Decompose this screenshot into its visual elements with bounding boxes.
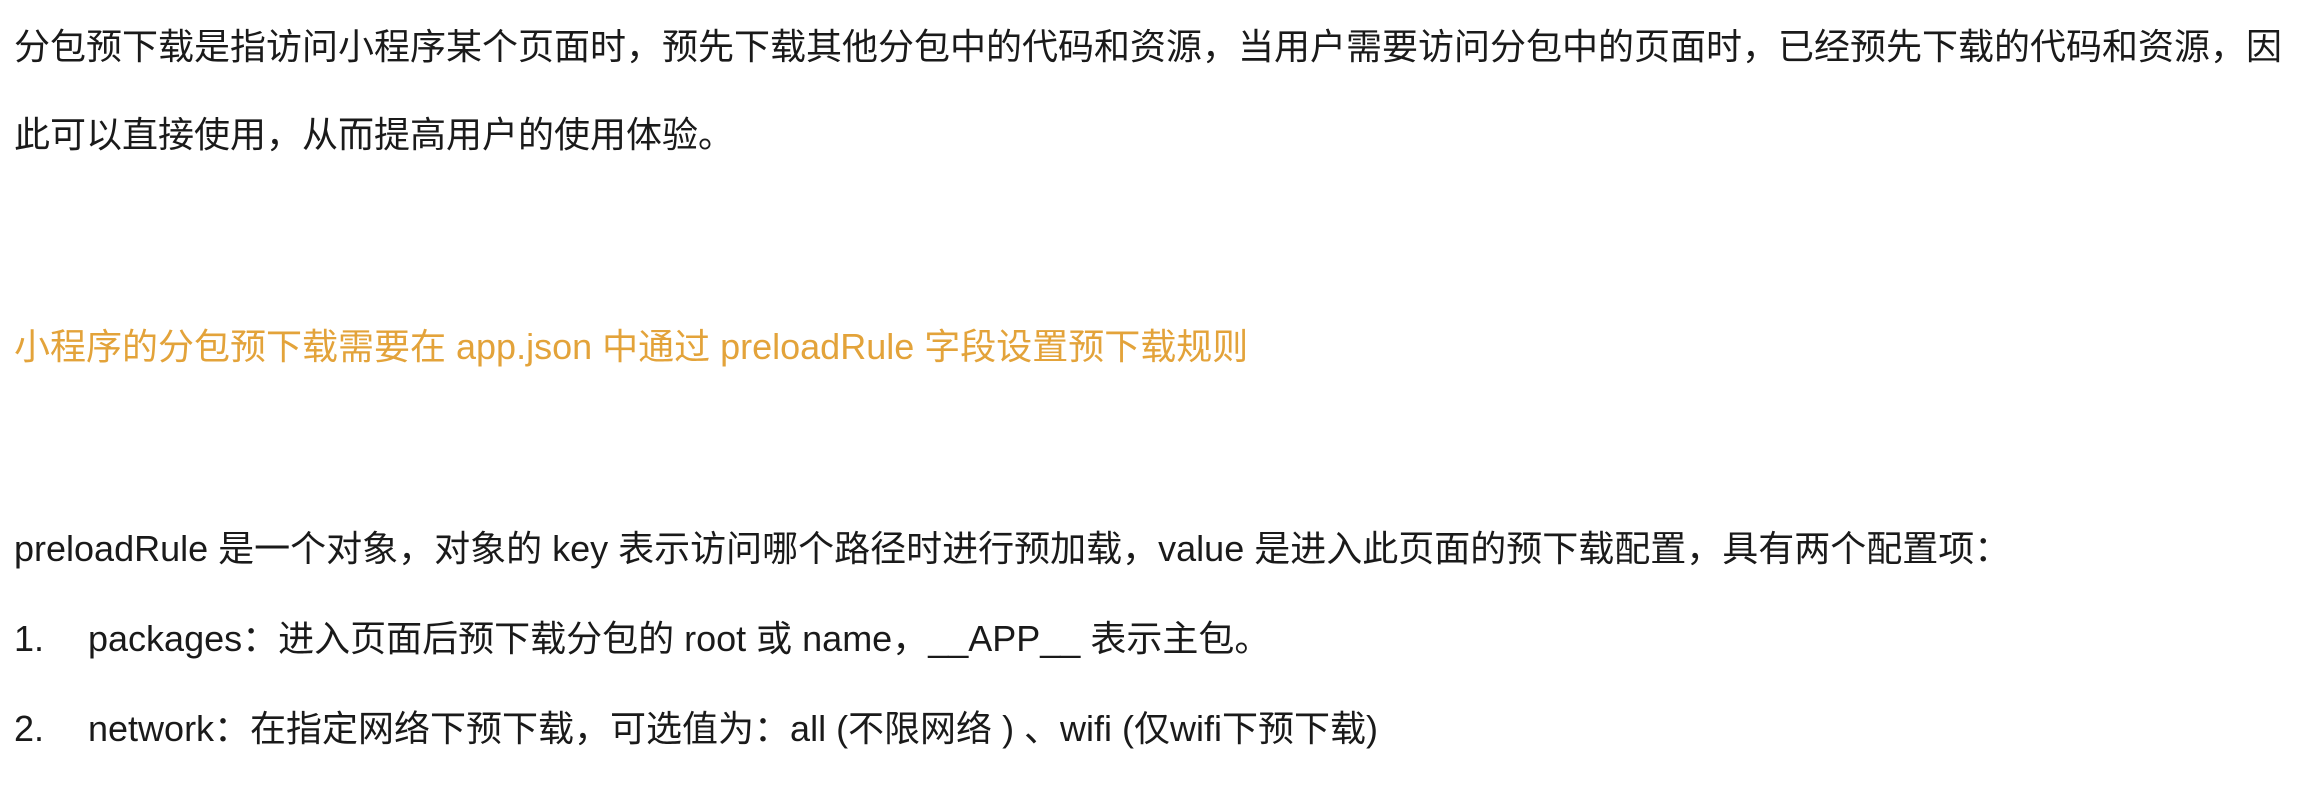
intro-paragraph: 分包预下载是指访问小程序某个页面时，预先下载其他分包中的代码和资源，当用户需要访… xyxy=(14,26,2283,155)
preload-rule-description: preloadRule 是一个对象，对象的 key 表示访问哪个路径时进行预加载… xyxy=(14,528,2011,569)
list-number: 1. xyxy=(14,618,45,659)
list-item-packages: 1. packages：进入页面后预下载分包的 root 或 name，__AP… xyxy=(14,614,1378,664)
section-heading: 小程序的分包预下载需要在 app.json 中通过 preloadRule 字段… xyxy=(14,326,1249,367)
config-options-list: 1. packages：进入页面后预下载分包的 root 或 name，__AP… xyxy=(14,614,1378,794)
list-item-network: 2. network：在指定网络下预下载，可选值为：all (不限网络 ) 、w… xyxy=(14,704,1378,754)
list-text: network：在指定网络下预下载，可选值为：all (不限网络 ) 、wifi… xyxy=(88,708,1379,749)
list-text: packages：进入页面后预下载分包的 root 或 name，__APP__… xyxy=(88,618,1271,659)
list-number: 2. xyxy=(14,708,45,749)
document-page: 分包预下载是指访问小程序某个页面时，预先下载其他分包中的代码和资源，当用户需要访… xyxy=(0,0,2299,790)
